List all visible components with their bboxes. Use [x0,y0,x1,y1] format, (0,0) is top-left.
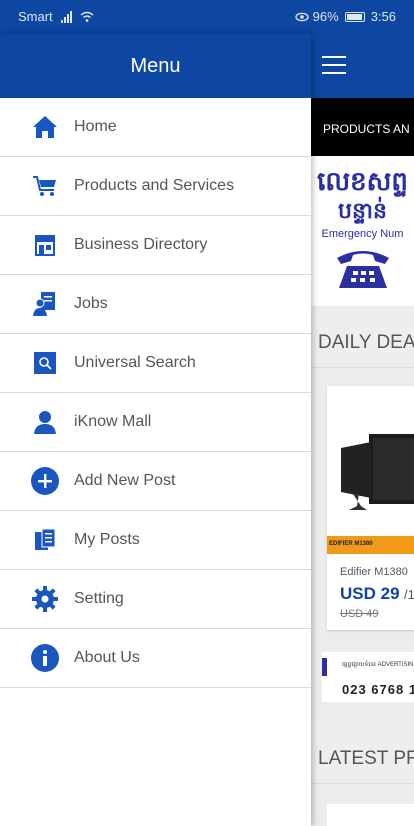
menu-item-business-directory[interactable]: Business Directory [0,216,311,275]
menu-item-jobs[interactable]: Jobs [0,275,311,334]
deal-product-image [327,386,414,536]
drawer-title: Menu [130,55,181,77]
search-icon [31,349,59,377]
home-icon [31,113,59,141]
menu-label-jobs: Jobs [74,295,108,312]
eye-comfort-icon [295,12,309,21]
menu-label-products: Products and Services [74,177,235,194]
drawer-header: Menu [0,34,311,98]
deal-price-value: USD 29 [340,584,400,603]
ad-accent [322,658,327,676]
daily-deals-title: DAILY DEA [311,306,414,368]
telephone-icon [333,246,393,290]
menu-label-universal-search: Universal Search [74,354,196,371]
job-icon [31,290,59,318]
menu-item-universal-search[interactable]: Universal Search [0,334,311,393]
clock: 3:56 [370,9,396,24]
deal-card[interactable]: EDIFIER M1380 Edifier M1380 USD 29 /1 US… [327,386,414,630]
menu-item-products[interactable]: Products and Services [0,157,311,216]
deal-price-suffix: /1 [403,587,414,602]
posts-icon [31,526,59,554]
add-circle [31,467,59,495]
menu-label-iknow-mall: iKnow Mall [74,413,152,430]
info-circle [31,644,59,672]
ad-phone: 023 6768 1 [342,682,414,697]
menu-item-add-new-post[interactable]: Add New Post [0,452,311,511]
deal-price: USD 29 /1 [327,578,414,604]
battery-percent: 96% [312,9,339,24]
status-bar: Smart 96% 3:56 [0,0,414,34]
menu-label-business-directory: Business Directory [74,236,208,253]
cart-icon [31,172,59,200]
deal-name: Edifier M1380 [340,566,408,578]
deal-old-price: USD 49 [340,608,379,620]
menu-label-my-posts: My Posts [74,531,140,548]
info-icon [31,644,59,672]
battery-icon [344,11,365,22]
store-icon [31,231,59,259]
hamburger-menu-icon[interactable] [322,56,346,74]
menu-item-home[interactable]: Home [0,98,311,157]
emergency-banner[interactable]: លេខសព្ទ បន្ទាន់ Emergency Num [311,156,414,306]
carrier-label: Smart [18,9,53,24]
banner-subtitle-kh: បន្ទាន់ [338,198,387,223]
deal-brand-strip: EDIFIER M1380 [327,536,414,554]
menu-label-setting: Setting [74,590,124,607]
navigation-drawer: Menu Home Products and Services Business… [0,34,311,826]
app-background: PRODUCTS AN លេខសព្ទ បន្ទាន់ Emergency Nu… [311,34,414,826]
gear-icon [31,585,59,613]
category-strip[interactable]: PRODUCTS AN [311,98,414,156]
add-icon [31,467,59,495]
menu-label-home: Home [74,118,117,135]
menu-item-iknow-mall[interactable]: iKnow Mall [0,393,311,452]
banner-title-kh: លេខសព្ទ [317,166,408,196]
menu-item-setting[interactable]: Setting [0,570,311,629]
latest-products-title: LATEST PF [311,722,414,784]
signal-icon [60,10,72,23]
wifi-icon [80,11,94,22]
banner-title-en: Emergency Num [321,228,404,240]
ad-caption: ផ្សព្វផ្សាយទំនេរ ADVERTISING AVAIL [342,662,414,668]
menu-label-add-new-post: Add New Post [74,472,176,489]
menu-item-about-us[interactable]: About Us [0,629,311,688]
latest-card[interactable] [327,804,414,826]
menu-item-my-posts[interactable]: My Posts [0,511,311,570]
advertising-banner[interactable]: ផ្សព្វផ្សាយទំនេរ ADVERTISING AVAIL 023 6… [322,652,414,702]
person-icon [31,408,59,436]
app-toolbar [311,34,414,98]
menu-label-about-us: About Us [74,649,140,666]
